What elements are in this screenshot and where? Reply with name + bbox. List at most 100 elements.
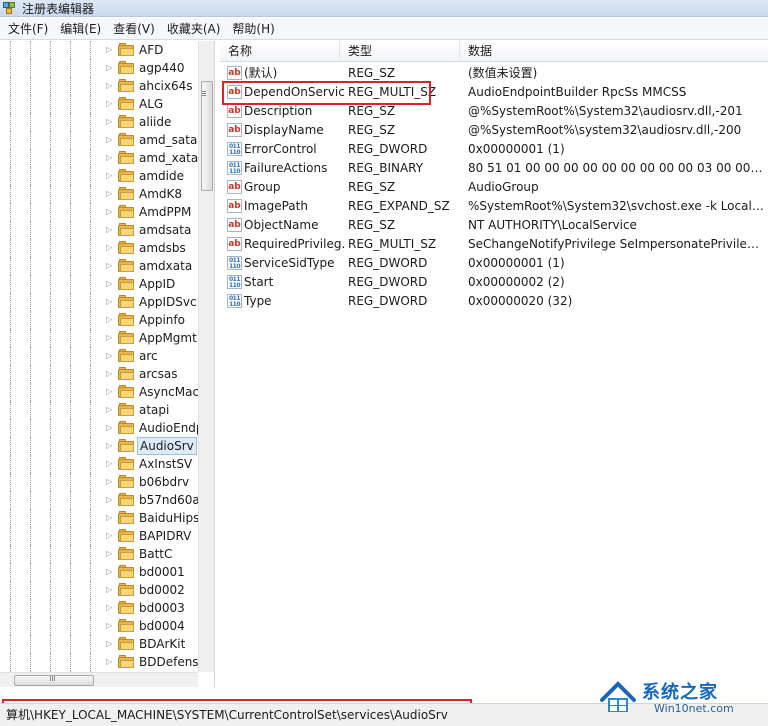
registry-tree[interactable]: ▷ AFD ▷ agp440 ▷ ahcix64s ▷ ALG ▷ aliide ▷ amd_sata… (0, 41, 215, 687)
expand-arrow-icon[interactable]: ▷ (106, 63, 114, 73)
value-row[interactable]: ab Group REG_SZ AudioGroup (220, 178, 768, 197)
expand-arrow-icon[interactable]: ▷ (106, 531, 114, 541)
expand-arrow-icon[interactable]: ▷ (106, 369, 114, 379)
tree-vertical-scroll-thumb[interactable] (201, 81, 213, 191)
tree-vertical-scrollbar[interactable] (198, 41, 214, 672)
menu-edit[interactable]: 编辑(E) (56, 20, 105, 37)
menu-favorites[interactable]: 收藏夹(A) (163, 20, 225, 37)
tree-item[interactable]: ▷ amdsata (0, 221, 198, 239)
tree-item[interactable]: ▷ aliide (0, 113, 198, 131)
value-row[interactable]: 011 110 Start REG_DWORD 0x00000002 (2) (220, 273, 768, 292)
tree-item[interactable]: ▷ AmdK8 (0, 185, 198, 203)
column-header-name[interactable]: 名称 (220, 41, 340, 62)
tree-item[interactable]: ▷ AudioEndp (0, 419, 204, 437)
value-row[interactable]: ab ObjectName REG_SZ NT AUTHORITY\LocalServ… (220, 216, 768, 235)
expand-arrow-icon[interactable]: ▷ (106, 297, 114, 307)
expand-arrow-icon[interactable]: ▷ (106, 135, 114, 145)
tree-item-label: ahcix64s (139, 79, 193, 93)
tree-item[interactable]: ▷ amdide (0, 167, 198, 185)
expand-arrow-icon[interactable]: ▷ (106, 603, 114, 613)
expand-arrow-icon[interactable]: ▷ (106, 567, 114, 577)
expand-arrow-icon[interactable]: ▷ (106, 495, 114, 505)
tree-item[interactable]: ▷ AsyncMac (0, 383, 199, 401)
tree-item[interactable]: ▷ amdsbs (0, 239, 198, 257)
value-data: SeChangeNotifyPrivilege SeImpersonatePri… (468, 237, 766, 251)
folder-icon (118, 79, 134, 92)
tree-item[interactable]: ▷ arc (0, 347, 198, 365)
expand-arrow-icon[interactable]: ▷ (106, 225, 114, 235)
menu-help[interactable]: 帮助(H) (228, 20, 278, 37)
tree-item[interactable]: ▷ bd0003 (0, 599, 198, 617)
tree-item[interactable]: ▷ BAPIDRV (0, 527, 198, 545)
expand-arrow-icon[interactable]: ▷ (106, 351, 114, 361)
expand-arrow-icon[interactable]: ▷ (106, 153, 114, 163)
tree-item[interactable]: ▷ AppIDSvc (0, 293, 198, 311)
expand-arrow-icon[interactable]: ▷ (106, 423, 114, 433)
tree-item[interactable]: ▷ BDArKit (0, 635, 198, 653)
value-row[interactable]: 011 110 FailureActions REG_BINARY 80 51 01 0… (220, 159, 768, 178)
expand-arrow-icon[interactable]: ▷ (106, 477, 114, 487)
expand-arrow-icon[interactable]: ▷ (106, 513, 114, 523)
tree-item[interactable]: ▷ AudioSrv (0, 437, 198, 455)
column-header-type[interactable]: 类型 (340, 41, 460, 62)
tree-item[interactable]: ▷ atapi (0, 401, 198, 419)
tree-item[interactable]: ▷ AxInstSV (0, 455, 198, 473)
value-row[interactable]: ab DisplayName REG_SZ @%SystemRoot%\system3… (220, 121, 768, 140)
expand-arrow-icon[interactable]: ▷ (106, 243, 114, 253)
tree-item[interactable]: ▷ bd0001 (0, 563, 198, 581)
expand-arrow-icon[interactable]: ▷ (106, 171, 114, 181)
value-row[interactable]: ab RequiredPrivileg... REG_MULTI_SZ SeChang… (220, 235, 768, 254)
menu-file[interactable]: 文件(F) (4, 20, 52, 37)
tree-item[interactable]: ▷ AmdPPM (0, 203, 198, 221)
tree-item[interactable]: ▷ bd0002 (0, 581, 198, 599)
tree-item[interactable]: ▷ amdxata (0, 257, 198, 275)
value-row[interactable]: 011 110 ServiceSidType REG_DWORD 0x00000001 … (220, 254, 768, 273)
tree-item[interactable]: ▷ arcsas (0, 365, 198, 383)
expand-arrow-icon[interactable]: ▷ (106, 333, 114, 343)
expand-arrow-icon[interactable]: ▷ (106, 81, 114, 91)
tree-item[interactable]: ▷ AFD (0, 41, 198, 59)
values-list[interactable]: 名称 类型 数据 ab (默认) REG_SZ (数值未设置) ab DependOnSe… (220, 41, 768, 687)
expand-arrow-icon[interactable]: ▷ (106, 405, 114, 415)
value-row[interactable]: ab ImagePath REG_EXPAND_SZ %SystemRoot%\Sys… (220, 197, 768, 216)
tree-item[interactable]: ▷ ALG (0, 95, 198, 113)
expand-arrow-icon[interactable]: ▷ (106, 45, 114, 55)
tree-item[interactable]: ▷ BattC (0, 545, 198, 563)
expand-arrow-icon[interactable]: ▷ (106, 387, 114, 397)
expand-arrow-icon[interactable]: ▷ (106, 189, 114, 199)
tree-item[interactable]: ▷ ahcix64s (0, 77, 198, 95)
expand-arrow-icon[interactable]: ▷ (106, 261, 114, 271)
expand-arrow-icon[interactable]: ▷ (106, 657, 114, 667)
tree-item[interactable]: ▷ Appinfo (0, 311, 198, 329)
expand-arrow-icon[interactable]: ▷ (106, 441, 114, 451)
expand-arrow-icon[interactable]: ▷ (106, 621, 114, 631)
tree-horizontal-scroll-thumb[interactable] (14, 675, 94, 686)
expand-arrow-icon[interactable]: ▷ (106, 279, 114, 289)
tree-item[interactable]: ▷ AppMgmt (0, 329, 198, 347)
expand-arrow-icon[interactable]: ▷ (106, 549, 114, 559)
tree-item[interactable]: ▷ b57nd60a (0, 491, 200, 509)
tree-item[interactable]: ▷ bd0004 (0, 617, 198, 635)
expand-arrow-icon[interactable]: ▷ (106, 639, 114, 649)
tree-item[interactable]: ▷ BDDefense (0, 653, 206, 671)
tree-item[interactable]: ▷ b06bdrv (0, 473, 198, 491)
expand-arrow-icon[interactable]: ▷ (106, 459, 114, 469)
value-row[interactable]: 011 110 ErrorControl REG_DWORD 0x00000001 (1… (220, 140, 768, 159)
tree-item[interactable]: ▷ AppID (0, 275, 198, 293)
folder-icon (118, 403, 134, 416)
menu-view[interactable]: 查看(V) (109, 20, 159, 37)
expand-arrow-icon[interactable]: ▷ (106, 585, 114, 595)
value-data: (数值未设置) (468, 66, 538, 80)
expand-arrow-icon[interactable]: ▷ (106, 207, 114, 217)
tree-item[interactable]: ▷ amd_xata (0, 149, 198, 167)
tree-horizontal-scrollbar[interactable] (0, 672, 198, 687)
value-row[interactable]: 011 110 Type REG_DWORD 0x00000020 (32) (220, 292, 768, 311)
column-header-data[interactable]: 数据 (460, 41, 768, 62)
tree-item[interactable]: ▷ agp440 (0, 59, 198, 77)
expand-arrow-icon[interactable]: ▷ (106, 315, 114, 325)
folder-icon (118, 259, 134, 272)
expand-arrow-icon[interactable]: ▷ (106, 99, 114, 109)
tree-item[interactable]: ▷ amd_sata (0, 131, 198, 149)
tree-item[interactable]: ▷ BaiduHips (0, 509, 199, 527)
expand-arrow-icon[interactable]: ▷ (106, 117, 114, 127)
